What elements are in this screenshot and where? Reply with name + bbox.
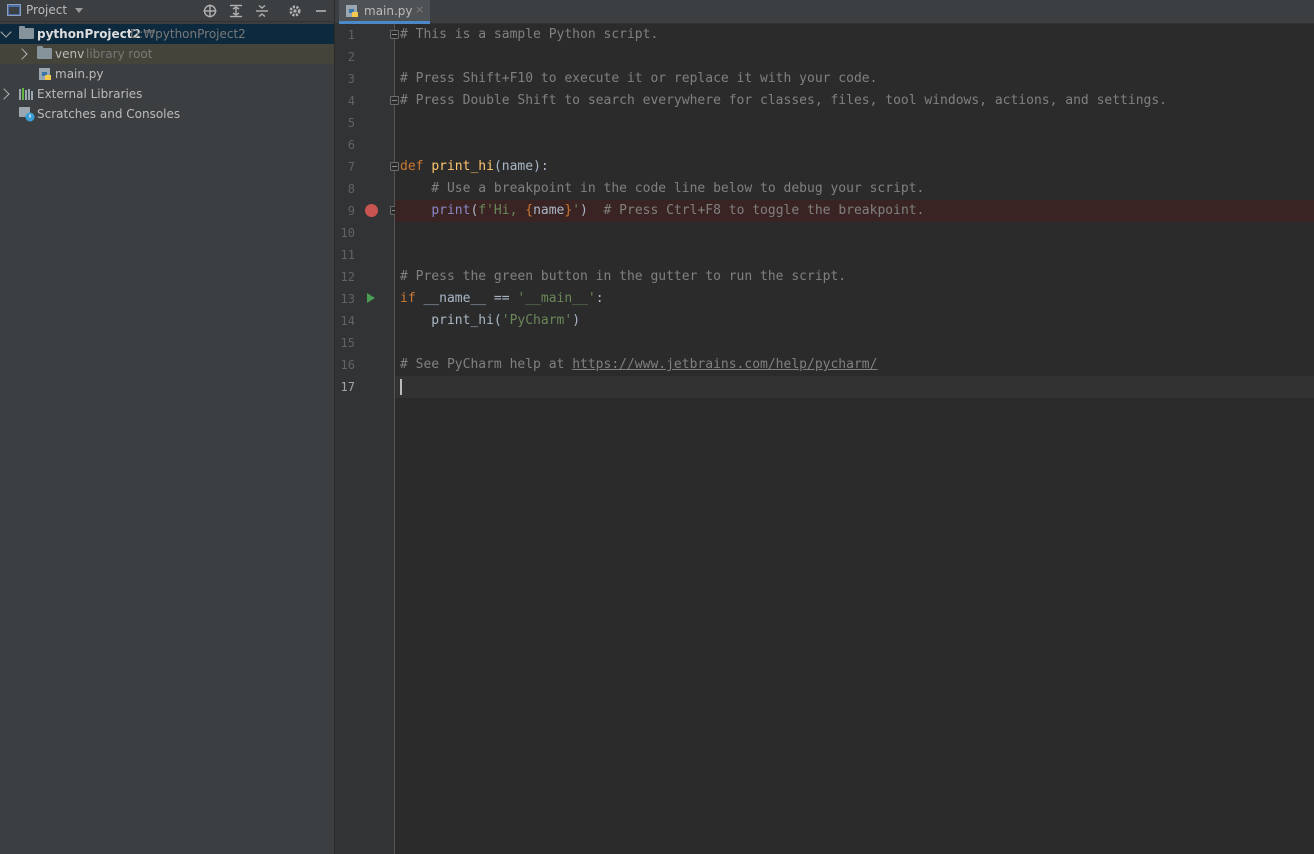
line-number: 3 (347, 72, 355, 86)
chevron-right-icon[interactable] (0, 88, 10, 100)
line-number: 14 (340, 314, 355, 328)
tree-item-label: Scratches and Consoles (37, 107, 181, 121)
code-string: ' (572, 203, 581, 218)
code-comment: # Use a breakpoint in the code line belo… (400, 181, 925, 196)
tree-item-path: D:₩pythonProject2 (130, 27, 246, 41)
code-variable: name (533, 203, 565, 218)
libraries-icon (19, 88, 33, 100)
code-comment: # Press Ctrl+F8 to toggle the breakpoint… (587, 203, 925, 218)
code-comment: # Press Shift+F10 to execute it or repla… (400, 71, 878, 86)
line-number: 6 (347, 138, 355, 152)
code-comment: # Press Double Shift to search everywher… (400, 93, 1168, 108)
folder-icon (19, 26, 34, 39)
line-number: 11 (340, 248, 355, 262)
code-line-14[interactable]: print_hi('PyCharm') (395, 310, 1314, 332)
project-panel: Project pythonProject2 D:₩pythonProject2 (0, 0, 334, 854)
breakpoint-icon[interactable] (365, 204, 378, 217)
code-text: (name): (493, 159, 549, 174)
code-line-7[interactable]: def print_hi(name): (395, 156, 1314, 178)
tab-main-py[interactable]: main.py × (339, 0, 430, 24)
code-comment: # See PyCharm help at (400, 357, 573, 372)
line-number: 2 (347, 50, 355, 64)
code-string: f'Hi, (478, 203, 526, 218)
code-text: print_hi( (400, 313, 502, 328)
code-comment: # Press the green button in the gutter t… (400, 269, 847, 284)
python-file-icon (38, 67, 52, 81)
code-comment: # This is a sample Python script. (400, 27, 659, 42)
line-number-current: 17 (340, 380, 355, 394)
code-line-1[interactable]: # This is a sample Python script. (395, 24, 1314, 46)
chevron-down-icon[interactable] (0, 26, 12, 38)
code-text: ) (572, 313, 581, 328)
project-view-selector[interactable]: Project (26, 3, 67, 17)
gear-icon[interactable] (286, 2, 304, 20)
project-window-icon (7, 4, 21, 16)
line-number: 1 (347, 28, 355, 42)
line-number: 7 (347, 160, 355, 174)
tree-item-label: main.py (55, 67, 104, 81)
tree-item-main-py[interactable]: main.py (0, 64, 334, 84)
tree-item-scratches-and-consoles[interactable]: Scratches and Consoles (0, 104, 334, 124)
folder-icon (37, 46, 52, 59)
line-number: 4 (347, 94, 355, 108)
chevron-right-icon[interactable] (16, 48, 28, 60)
code-string: '__main__' (517, 291, 596, 306)
code-function-name: print_hi (431, 159, 494, 174)
line-number: 5 (347, 116, 355, 130)
line-number: 16 (340, 358, 355, 372)
crosshair-icon[interactable] (201, 2, 219, 20)
code-builtin: print (431, 203, 471, 218)
code-line-4[interactable]: # Press Double Shift to search everywher… (395, 90, 1314, 112)
line-number: 12 (340, 270, 355, 284)
editor-gutter[interactable]: 1 2 3 4 5 6 7 8 9 10 11 12 13 14 15 16 1… (335, 24, 399, 854)
tree-item-annotation: library root (86, 47, 153, 61)
text-caret (400, 378, 402, 395)
tree-item-label: venv (55, 47, 85, 61)
code-link[interactable]: https://www.jetbrains.com/help/pycharm/ (572, 357, 877, 372)
code-text: __name__ == (415, 291, 518, 306)
run-icon[interactable] (367, 293, 375, 303)
tree-item-label: pythonProject2 (37, 27, 141, 41)
line-number: 13 (340, 292, 355, 306)
code-keyword: if (400, 291, 416, 306)
collapse-all-icon[interactable] (253, 2, 271, 20)
tree-item-external-libraries[interactable]: External Libraries (0, 84, 334, 104)
code-keyword: def (400, 159, 424, 174)
line-number: 9 (347, 204, 355, 218)
project-tree: pythonProject2 D:₩pythonProject2 venv li… (0, 24, 334, 124)
code-line-17[interactable] (395, 376, 1314, 398)
code-string: 'PyCharm' (501, 313, 573, 328)
line-number: 15 (340, 336, 355, 350)
tree-item-label: External Libraries (37, 87, 143, 101)
tree-item-venv[interactable]: venv library root (0, 44, 334, 64)
python-file-icon (345, 4, 359, 18)
minimize-icon[interactable] (312, 2, 330, 20)
code-line-8[interactable]: # Use a breakpoint in the code line belo… (395, 178, 1314, 200)
expand-all-icon[interactable] (227, 2, 245, 20)
tree-item-pythonproject2[interactable]: pythonProject2 D:₩pythonProject2 (0, 24, 334, 44)
scratches-icon (19, 107, 35, 122)
close-icon[interactable]: × (415, 3, 424, 16)
code-line-13[interactable]: if __name__ == '__main__': (395, 288, 1314, 310)
code-line-9[interactable]: print(f'Hi, {name}') # Press Ctrl+F8 to … (395, 200, 1314, 222)
code-editor[interactable]: # This is a sample Python script. # Pres… (395, 24, 1314, 854)
code-line-12[interactable]: # Press the green button in the gutter t… (395, 266, 1314, 288)
line-number: 10 (340, 226, 355, 240)
tab-label: main.py (364, 4, 413, 18)
chevron-down-icon[interactable] (75, 8, 83, 13)
code-text: ) (580, 203, 588, 218)
editor-area: main.py × 1 2 3 4 5 6 7 8 9 10 11 12 13 … (335, 0, 1314, 854)
code-line-16[interactable]: # See PyCharm help at https://www.jetbra… (395, 354, 1314, 376)
project-panel-header: Project (0, 0, 334, 22)
code-text: : (595, 291, 604, 306)
line-number: 8 (347, 182, 355, 196)
code-line-3[interactable]: # Press Shift+F10 to execute it or repla… (395, 68, 1314, 90)
code-brace: { (525, 203, 534, 218)
editor-tab-bar: main.py × (335, 0, 1314, 24)
